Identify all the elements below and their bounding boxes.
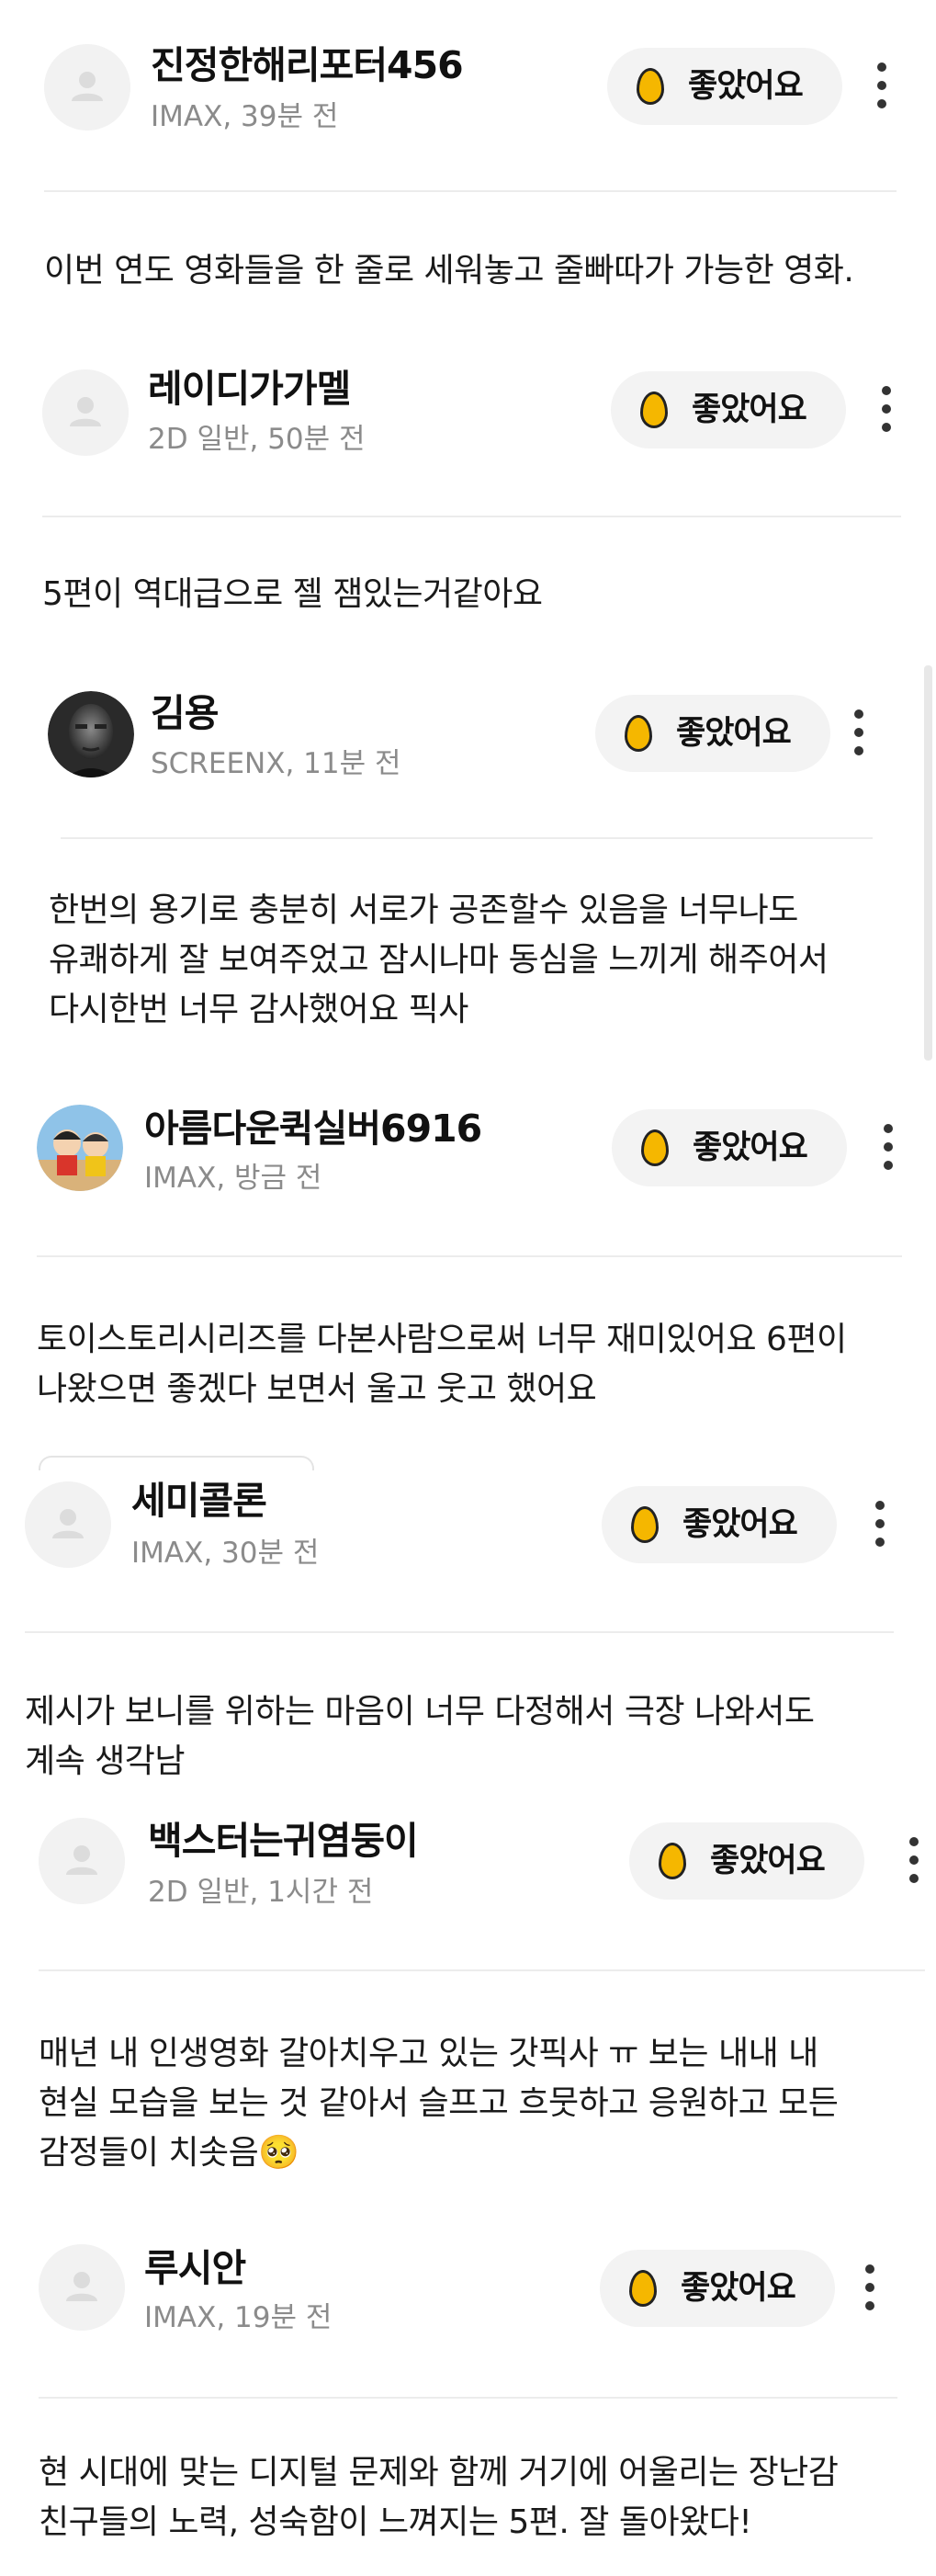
- review-text: 현 시대에 맞는 디지털 문제와 함께 거기에 어울리는 장난감친구들의 노력,…: [39, 2448, 839, 2548]
- avatar[interactable]: [44, 44, 130, 131]
- more-options-button[interactable]: [879, 1124, 897, 1170]
- like-button[interactable]: 좋았어요: [607, 48, 842, 125]
- divider: [39, 1969, 925, 1971]
- divider: [39, 2397, 897, 2399]
- avatar[interactable]: [42, 369, 129, 456]
- like-button-label: 좋았어요: [676, 715, 792, 752]
- reviewer-nickname: 아름다운퀵실버6916: [144, 1106, 482, 1151]
- more-options-button[interactable]: [850, 709, 868, 755]
- review-meta: IMAX, 방금 전: [144, 1162, 322, 1195]
- scrollbar[interactable]: [924, 665, 932, 1061]
- like-button[interactable]: 좋았어요: [600, 2250, 835, 2327]
- egg-icon: [641, 1129, 669, 1166]
- review-meta: IMAX, 19분 전: [144, 2301, 333, 2334]
- review-text: 5편이 역대급으로 젤 잼있는거같아요: [42, 570, 543, 619]
- user-icon: [44, 44, 130, 131]
- like-button-label: 좋았어요: [710, 1843, 826, 1879]
- review-text-line: 한번의 용기로 충분히 서로가 공존할수 있음을 너무나도: [49, 891, 798, 929]
- egg-icon: [631, 1506, 659, 1543]
- review-text: 이번 연도 영화들을 한 줄로 세워놓고 줄빠따가 가능한 영화.: [44, 246, 854, 296]
- user-icon: [39, 2244, 125, 2331]
- avatar-photo: [48, 691, 134, 777]
- more-vertical-icon: [905, 1837, 923, 1883]
- review-meta: IMAX, 39분 전: [151, 100, 339, 133]
- egg-icon: [625, 715, 652, 752]
- review-text: 매년 내 인생영화 갈아치우고 있는 갓픽사 ㅠ 보는 내내 내현실 모습을 보…: [39, 2029, 839, 2178]
- like-button-label: 좋았어요: [693, 1129, 808, 1166]
- egg-icon: [659, 1843, 686, 1879]
- review-text: 제시가 보니를 위하는 마음이 너무 다정해서 극장 나와서도계속 생각남: [25, 1687, 815, 1787]
- review-text: 토이스토리시리즈를 다본사람으로써 너무 재미있어요 6편이나왔으면 좋겠다 보…: [37, 1315, 847, 1414]
- review-text-line: 현 시대에 맞는 디지털 문제와 함께 거기에 어울리는 장난감: [39, 2454, 839, 2491]
- review-text-line: 현실 모습을 보는 것 같아서 슬프고 흐뭇하고 응원하고 모든: [39, 2084, 839, 2122]
- like-button[interactable]: 좋았어요: [629, 1822, 864, 1900]
- like-button-label: 좋았어요: [688, 68, 804, 105]
- more-vertical-icon: [871, 1501, 889, 1547]
- reviewer-nickname: 진정한해리포터456: [151, 43, 464, 87]
- more-options-button[interactable]: [877, 386, 896, 432]
- more-vertical-icon: [873, 62, 891, 108]
- like-button-label: 좋았어요: [682, 1506, 798, 1543]
- reviewer-nickname: 레이디가가멜: [148, 367, 351, 411]
- avatar[interactable]: [25, 1481, 111, 1568]
- avatar[interactable]: [48, 691, 134, 777]
- egg-icon: [637, 68, 664, 105]
- avatar[interactable]: [37, 1105, 123, 1191]
- review-meta: IMAX, 30분 전: [131, 1537, 320, 1570]
- user-icon: [39, 1818, 125, 1904]
- review-meta: 2D 일반, 1시간 전: [148, 1876, 374, 1909]
- more-options-button[interactable]: [861, 2264, 879, 2310]
- reviewer-nickname: 루시안: [144, 2246, 246, 2290]
- review-meta: 2D 일반, 50분 전: [148, 423, 366, 456]
- review-text-line: 매년 내 인생영화 갈아치우고 있는 갓픽사 ㅠ 보는 내내 내: [39, 2035, 818, 2072]
- like-button[interactable]: 좋았어요: [612, 1109, 847, 1186]
- more-vertical-icon: [861, 2264, 879, 2310]
- card-edge: [39, 1456, 314, 1470]
- more-options-button[interactable]: [871, 1501, 889, 1547]
- like-button[interactable]: 좋았어요: [595, 695, 830, 772]
- review-text-line: 계속 생각남: [25, 1742, 186, 1780]
- like-button-label: 좋았어요: [692, 392, 807, 428]
- avatar[interactable]: [39, 2244, 125, 2331]
- review-text-line: 이번 연도 영화들을 한 줄로 세워놓고 줄빠따가 가능한 영화.: [44, 252, 854, 289]
- review-text-line: 나왔으면 좋겠다 보면서 울고 웃고 했어요: [37, 1370, 597, 1408]
- review-text-line: 제시가 보니를 위하는 마음이 너무 다정해서 극장 나와서도: [25, 1693, 815, 1731]
- review-text-line: 유쾌하게 잘 보여주었고 잠시나마 동심을 느끼게 해주어서: [49, 941, 829, 979]
- like-button[interactable]: 좋았어요: [611, 371, 846, 448]
- reviewer-nickname: 백스터는귀염둥이: [148, 1819, 419, 1863]
- reviewer-nickname: 김용: [151, 691, 219, 735]
- review-text-line: 친구들의 노력, 성숙함이 느껴지는 5편. 잘 돌아왔다!: [39, 2503, 752, 2541]
- more-options-button[interactable]: [873, 62, 891, 108]
- review-text: 한번의 용기로 충분히 서로가 공존할수 있음을 너무나도유쾌하게 잘 보여주었…: [49, 886, 829, 1035]
- reviewer-nickname: 세미콜론: [131, 1479, 267, 1523]
- more-vertical-icon: [877, 386, 896, 432]
- review-text-line: 감정들이 치솟음🥺: [39, 2134, 299, 2172]
- divider: [25, 1631, 894, 1633]
- avatar-illustration: [37, 1105, 123, 1191]
- avatar[interactable]: [39, 1818, 125, 1904]
- divider: [42, 516, 901, 517]
- egg-icon: [629, 2270, 657, 2307]
- more-options-button[interactable]: [905, 1837, 923, 1883]
- divider: [37, 1255, 902, 1257]
- user-icon: [42, 369, 129, 456]
- like-button-label: 좋았어요: [681, 2270, 796, 2307]
- divider: [61, 837, 873, 839]
- like-button[interactable]: 좋았어요: [602, 1486, 837, 1563]
- divider: [44, 190, 897, 192]
- egg-icon: [640, 392, 668, 428]
- user-icon: [25, 1481, 111, 1568]
- review-meta: SCREENX, 11분 전: [151, 747, 401, 780]
- review-text-line: 5편이 역대급으로 젤 잼있는거같아요: [42, 575, 543, 613]
- more-vertical-icon: [879, 1124, 897, 1170]
- more-vertical-icon: [850, 709, 868, 755]
- review-text-line: 다시한번 너무 감사했어요 픽사: [49, 991, 468, 1028]
- review-text-line: 토이스토리시리즈를 다본사람으로써 너무 재미있어요 6편이: [37, 1321, 847, 1358]
